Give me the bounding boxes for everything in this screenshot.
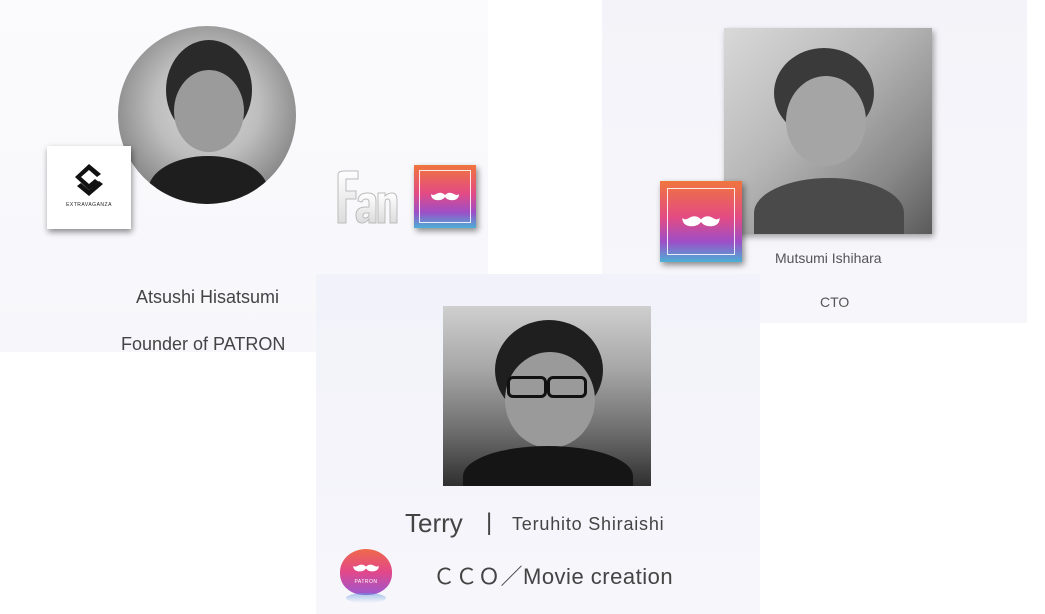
terry-full-name: Teruhito Shiraishi xyxy=(512,514,665,534)
extravaganza-logo-icon: EXTRAVAGANZA xyxy=(47,146,131,229)
mustache-icon xyxy=(682,215,720,226)
atsushi-name: Atsushi Hisatsumi xyxy=(136,287,280,307)
mustache-icon xyxy=(431,192,459,200)
mutsumi-name: Mutsumi Ishihara xyxy=(775,250,882,266)
mutsumi-role: CTO xyxy=(820,294,850,310)
atsushi-role: Founder of PATRON xyxy=(121,334,286,354)
patron-round-logo-icon: PATRON xyxy=(340,549,392,605)
terry-nickname: Terry xyxy=(405,508,463,538)
terry-role: ＣＣＯ／Movie creation xyxy=(433,564,674,589)
mustache-icon xyxy=(353,564,379,572)
patron-app-icon xyxy=(414,165,476,228)
fan-logo-icon xyxy=(334,169,398,225)
patron-round-logo-text: PATRON xyxy=(354,579,378,585)
mutsumi-photo xyxy=(724,28,932,234)
terry-photo xyxy=(443,306,651,486)
patron-app-icon-large xyxy=(660,181,742,262)
atsushi-photo xyxy=(118,26,296,204)
extravaganza-logo-text: EXTRAVAGANZA xyxy=(66,202,112,208)
name-separator: | xyxy=(486,509,493,536)
